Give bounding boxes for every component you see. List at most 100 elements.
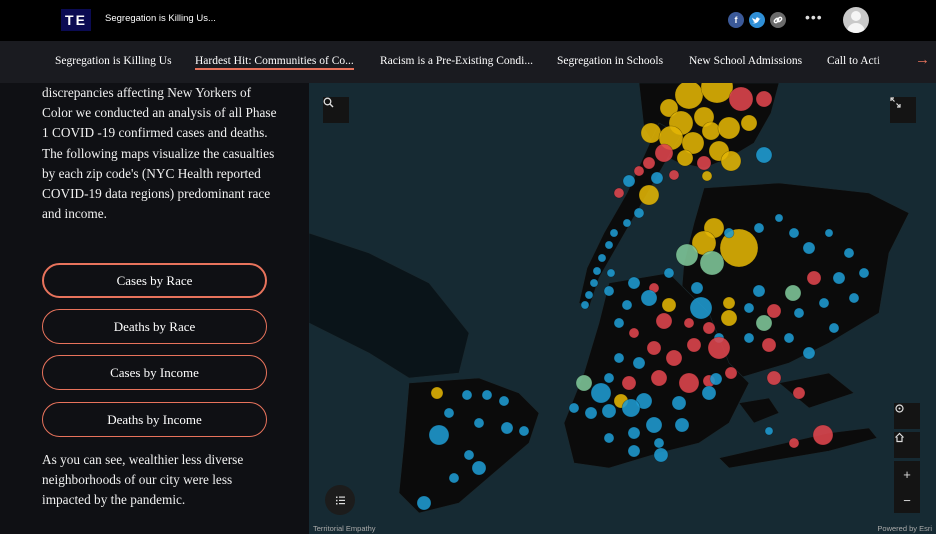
te-logo[interactable]: TE (61, 9, 91, 31)
zip-code-bubble[interactable] (761, 337, 777, 353)
zip-code-bubble[interactable] (621, 398, 641, 418)
tab-segregation-in-schools[interactable]: Segregation in Schools (557, 55, 663, 67)
zip-code-bubble[interactable] (793, 307, 805, 319)
zip-code-bubble[interactable] (584, 290, 594, 300)
zip-code-bubble[interactable] (683, 317, 695, 329)
fullscreen-icon[interactable] (890, 97, 916, 123)
search-icon[interactable] (323, 97, 349, 123)
zip-code-bubble[interactable] (843, 247, 855, 259)
zip-code-bubble[interactable] (518, 425, 530, 437)
map-attribution-right[interactable]: Powered by Esri (877, 524, 932, 533)
zoom-in-icon[interactable]: + (894, 461, 920, 487)
home-icon[interactable] (894, 432, 920, 458)
zip-code-bubble[interactable] (597, 253, 607, 263)
zip-code-bubble[interactable] (702, 321, 716, 335)
zip-code-bubble[interactable] (792, 386, 806, 400)
zip-code-bubble[interactable] (655, 312, 673, 330)
zip-code-bubble[interactable] (755, 146, 773, 164)
zip-code-bubble[interactable] (764, 426, 774, 436)
zip-code-bubble[interactable] (663, 267, 675, 279)
zip-code-bubble[interactable] (728, 86, 754, 112)
zip-code-bubble[interactable] (603, 285, 615, 297)
zip-code-bubble[interactable] (678, 372, 700, 394)
zip-code-bubble[interactable] (481, 389, 493, 401)
zip-code-bubble[interactable] (724, 366, 738, 380)
zip-code-bubble[interactable] (774, 213, 784, 223)
zip-code-bubble[interactable] (766, 303, 782, 319)
zip-code-bubble[interactable] (622, 174, 636, 188)
zip-code-bubble[interactable] (788, 437, 800, 449)
zip-code-bubble[interactable] (575, 374, 593, 392)
zip-code-bubble[interactable] (627, 276, 641, 290)
zip-code-bubble[interactable] (640, 122, 662, 144)
zip-code-bubble[interactable] (743, 302, 755, 314)
zip-code-bubble[interactable] (784, 284, 802, 302)
zip-code-bubble[interactable] (650, 369, 668, 387)
zip-code-bubble[interactable] (701, 385, 717, 401)
zip-code-bubble[interactable] (674, 417, 690, 433)
zip-code-bubble[interactable] (592, 266, 602, 276)
zip-code-bubble[interactable] (640, 289, 658, 307)
zip-code-bubble[interactable] (627, 426, 641, 440)
twitter-share-icon[interactable] (749, 12, 765, 28)
zip-code-bubble[interactable] (461, 389, 473, 401)
zip-code-bubble[interactable] (676, 149, 694, 167)
zip-code-bubble[interactable] (638, 184, 660, 206)
zip-code-bubble[interactable] (428, 424, 450, 446)
zip-code-bubble[interactable] (471, 460, 487, 476)
zip-code-bubble[interactable] (416, 495, 432, 511)
zip-code-bubble[interactable] (722, 296, 736, 310)
zip-code-bubble[interactable] (699, 250, 725, 276)
zip-code-bubble[interactable] (717, 116, 741, 140)
zip-code-bubble[interactable] (584, 406, 598, 420)
zip-code-bubble[interactable] (443, 407, 455, 419)
zip-code-bubble[interactable] (646, 340, 662, 356)
zip-code-bubble[interactable] (568, 402, 580, 414)
zip-code-bubble[interactable] (675, 243, 699, 267)
zip-code-bubble[interactable] (601, 403, 617, 419)
zip-code-bubble[interactable] (740, 114, 758, 132)
zip-code-bubble[interactable] (674, 83, 704, 110)
zip-code-bubble[interactable] (753, 222, 765, 234)
zip-code-bubble[interactable] (653, 437, 665, 449)
zip-code-bubble[interactable] (686, 337, 702, 353)
zip-code-bubble[interactable] (621, 375, 637, 391)
zip-code-bubble[interactable] (661, 297, 677, 313)
zip-code-bubble[interactable] (668, 169, 680, 181)
zip-code-bubble[interactable] (613, 352, 625, 364)
zip-code-bubble[interactable] (604, 240, 614, 250)
zip-code-bubble[interactable] (828, 322, 840, 334)
zip-code-bubble[interactable] (621, 299, 633, 311)
zip-code-bubble[interactable] (448, 472, 460, 484)
zip-code-bubble[interactable] (580, 300, 590, 310)
zip-code-bubble[interactable] (633, 207, 645, 219)
zip-code-bubble[interactable] (848, 292, 860, 304)
zip-code-bubble[interactable] (723, 227, 735, 239)
tab-hardest-hit[interactable]: Hardest Hit: Communities of Co... (195, 55, 354, 70)
zoom-out-icon[interactable]: − (894, 487, 920, 513)
zip-code-bubble[interactable] (755, 90, 773, 108)
zip-code-bubble[interactable] (633, 165, 645, 177)
zip-code-bubble[interactable] (463, 449, 475, 461)
zip-code-bubble[interactable] (628, 327, 640, 339)
zip-code-bubble[interactable] (650, 171, 664, 185)
zip-code-bubble[interactable] (832, 271, 846, 285)
cases-by-income-button[interactable]: Cases by Income (42, 355, 267, 390)
zip-code-bubble[interactable] (701, 121, 721, 141)
zip-code-bubble[interactable] (430, 386, 444, 400)
zip-code-bubble[interactable] (752, 284, 766, 298)
zip-code-bubble[interactable] (642, 156, 656, 170)
locate-icon[interactable] (894, 403, 920, 429)
deaths-by-income-button[interactable]: Deaths by Income (42, 402, 267, 437)
zip-code-bubble[interactable] (720, 309, 738, 327)
zip-code-bubble[interactable] (812, 424, 834, 446)
zip-code-bubble[interactable] (645, 416, 663, 434)
tab-racism-pre-existing[interactable]: Racism is a Pre-Existing Condi... (380, 55, 533, 67)
tab-new-school-admissions[interactable]: New School Admissions (689, 55, 802, 67)
zip-code-bubble[interactable] (802, 241, 816, 255)
zip-code-bubble[interactable] (788, 227, 800, 239)
zip-code-bubble[interactable] (755, 314, 773, 332)
zip-code-bubble[interactable] (802, 346, 816, 360)
zip-code-bubble[interactable] (766, 370, 782, 386)
zip-code-bubble[interactable] (743, 332, 755, 344)
